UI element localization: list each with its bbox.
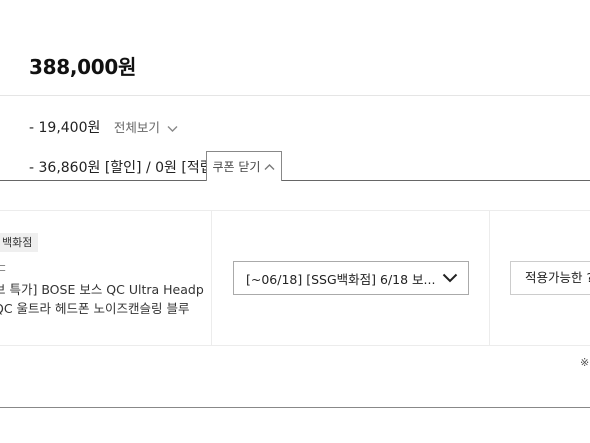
product-title[interactable]: 브 특가] BOSE 보스 QC Ultra Headp QC 울트라 헤드폰 …	[0, 280, 204, 318]
divider	[0, 210, 590, 211]
coupon-select-value: [~06/18] [SSG백화점] 6/18 보...	[246, 271, 436, 287]
coupon-close-label: 쿠폰 닫기	[212, 160, 261, 174]
column-divider	[489, 211, 490, 345]
divider	[0, 180, 590, 181]
view-all-link[interactable]: 전체보기	[114, 120, 178, 135]
chevron-up-icon	[264, 163, 275, 170]
apply-coupon-button[interactable]: 적용가능한 ?	[510, 261, 590, 295]
view-all-label: 전체보기	[113, 120, 160, 135]
product-title-line1: 브 특가] BOSE 보스 QC Ultra Headp	[0, 282, 204, 297]
coupon-summary: - 36,860원 [할인] / 0원 [적립]	[29, 160, 219, 176]
chevron-down-icon	[167, 125, 178, 132]
product-tag: ㄷ	[0, 262, 8, 275]
footnote-mark: ※	[580, 356, 590, 369]
divider	[0, 407, 590, 408]
column-divider	[211, 211, 212, 345]
product-title-line2: QC 울트라 헤드폰 노이즈캔슬링 블루	[0, 301, 190, 316]
discount-amount: - 19,400원	[29, 120, 101, 136]
discount-row: - 19,400원 전체보기	[29, 117, 178, 137]
divider	[0, 345, 590, 346]
coupon-select[interactable]: [~06/18] [SSG백화점] 6/18 보...	[233, 261, 469, 295]
divider	[0, 95, 590, 96]
chevron-down-icon	[442, 273, 458, 283]
store-badge: 백화점	[0, 233, 39, 252]
total-price: 388,000원	[29, 55, 137, 79]
coupon-close-tab[interactable]: 쿠폰 닫기	[206, 151, 282, 181]
